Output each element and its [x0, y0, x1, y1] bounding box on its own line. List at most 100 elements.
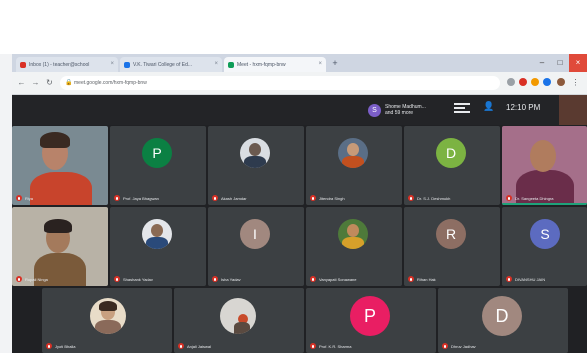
change-layout-icon[interactable]: [454, 103, 470, 115]
photo-body: [146, 237, 168, 249]
photo-head: [151, 224, 163, 237]
close-tab-icon[interactable]: ×: [318, 61, 322, 67]
participant-photo: [220, 298, 256, 334]
address-url: meet.google.com/hxm-fqmp-bnw: [74, 80, 147, 86]
meet-stage: S Shome Madhum... and 59 more 👤 12:10 PM…: [12, 95, 587, 353]
participant-tile[interactable]: Jyoti Bhalla: [42, 288, 172, 353]
participant-name: DIVANSHU JAIN: [515, 276, 546, 282]
participant-photo: [142, 219, 172, 249]
address-bar[interactable]: 🔒 meet.google.com/hxm-fqmp-bnw: [60, 76, 500, 90]
window-controls: – □ ×: [533, 54, 587, 72]
mic-muted-icon: [506, 195, 512, 201]
participant-tile[interactable]: S DIVANSHU JAIN: [502, 207, 587, 286]
participant-tile[interactable]: Shashank Yadav: [110, 207, 206, 286]
participant-tile[interactable]: Jitendra Singh: [306, 126, 402, 205]
mic-muted-icon: [178, 343, 184, 349]
participant-name: Dr. S.J. Deshmukh: [417, 195, 451, 201]
participant-avatar: P: [350, 296, 390, 336]
participant-tile[interactable]: P Prof. Jaya Bhagwan: [110, 126, 206, 205]
participant-name: Isha Yadav: [221, 276, 241, 282]
participant-tile[interactable]: R Rihan Hak: [404, 207, 500, 286]
photo-hair: [99, 301, 117, 311]
participant-avatar: I: [240, 219, 270, 249]
meet-top-bar: S Shome Madhum... and 59 more 👤 12:10 PM: [12, 95, 587, 125]
tab-college-label: V.K. Tiwari College of Ed...: [133, 61, 193, 68]
participant-avatar: D: [482, 296, 522, 336]
participant-namebar: Rupali Ninga: [16, 276, 48, 282]
participant-avatar: S: [530, 219, 560, 249]
hair-shape: [44, 219, 72, 233]
participant-tile[interactable]: Anjali Jaiswal: [174, 288, 304, 353]
participant-name: Vanyapati Sonawane: [319, 276, 357, 282]
participant-tile[interactable]: Akash Jamdar: [208, 126, 304, 205]
maximize-icon[interactable]: □: [551, 54, 569, 72]
participant-name: Anjali Jaiswal: [187, 343, 212, 349]
tab-bar: Inbox (1) - teacher@school × V.K. Tiwari…: [12, 54, 587, 72]
extension-icon[interactable]: [507, 78, 515, 86]
participant-namebar: Dr. S.J. Deshmukh: [408, 195, 450, 201]
participant-name: Shashank Yadav: [123, 276, 153, 282]
back-arrow-icon[interactable]: ←: [16, 77, 27, 88]
participant-name: Akash Jamdar: [221, 195, 247, 201]
participant-namebar: Vanyapati Sonawane: [310, 276, 357, 282]
participant-photo: [338, 219, 368, 249]
minimize-icon[interactable]: –: [533, 54, 551, 72]
photo-head: [347, 224, 359, 237]
reload-icon[interactable]: ↻: [44, 77, 55, 88]
participant-tile[interactable]: Rupali Ninga: [12, 207, 108, 286]
profile-avatar[interactable]: [557, 78, 565, 86]
browser-menu-icon[interactable]: ⋮: [570, 77, 581, 88]
mic-muted-icon: [212, 276, 218, 282]
participant-name: Jitendra Singh: [319, 195, 345, 201]
close-window-icon[interactable]: ×: [569, 54, 587, 72]
presenting-indicator[interactable]: S Shome Madhum... and 59 more: [368, 99, 448, 121]
participant-tile[interactable]: Dr. Sangeeta Dhingra: [502, 126, 587, 205]
mic-muted-icon: [114, 276, 120, 282]
mic-muted-icon: [310, 195, 316, 201]
mic-muted-icon: [310, 276, 316, 282]
mic-muted-icon: [46, 343, 52, 349]
forward-arrow-icon[interactable]: →: [30, 77, 41, 88]
extension-icon[interactable]: [531, 78, 539, 86]
new-tab-button[interactable]: +: [328, 57, 342, 69]
mic-muted-icon: [442, 343, 448, 349]
tab-gmail[interactable]: Inbox (1) - teacher@school ×: [16, 57, 118, 72]
participant-tile[interactable]: D Dhruv Jadhav: [438, 288, 568, 353]
participant-namebar: Dr. Sangeeta Dhingra: [506, 195, 553, 201]
participant-namebar: Anjali Jaiswal: [178, 343, 211, 349]
participant-namebar: Shashank Yadav: [114, 276, 153, 282]
participant-name: Prof. K.R. Sharma: [319, 343, 352, 349]
close-tab-icon[interactable]: ×: [110, 61, 114, 67]
browser-window: Inbox (1) - teacher@school × V.K. Tiwari…: [12, 54, 587, 353]
participant-name: Rupali Ninga: [25, 276, 48, 282]
mic-muted-icon: [16, 195, 22, 201]
lock-icon: 🔒: [65, 80, 73, 86]
extension-icon[interactable]: [519, 78, 527, 86]
participant-name: Riya: [25, 195, 34, 201]
participant-tile[interactable]: D Dr. S.J. Deshmukh: [404, 126, 500, 205]
participant-tile[interactable]: Vanyapati Sonawane: [306, 207, 402, 286]
people-icon[interactable]: 👤: [482, 101, 496, 117]
participant-namebar: Prof. K.R. Sharma: [310, 343, 351, 349]
self-view-thumbnail: [559, 95, 587, 125]
participant-name: Jyoti Bhalla: [55, 343, 76, 349]
participant-avatar: R: [436, 219, 466, 249]
mic-muted-icon: [408, 276, 414, 282]
close-tab-icon[interactable]: ×: [214, 61, 218, 67]
participant-tile[interactable]: P Prof. K.R. Sharma: [306, 288, 436, 353]
mic-muted-icon: [16, 276, 22, 282]
participant-tile[interactable]: I Isha Yadav: [208, 207, 304, 286]
participant-photo: [338, 138, 368, 168]
participant-namebar: DIVANSHU JAIN: [506, 276, 545, 282]
extension-icon[interactable]: [543, 78, 551, 86]
participant-namebar: Dhruv Jadhav: [442, 343, 476, 349]
mic-muted-icon: [114, 195, 120, 201]
tab-college[interactable]: V.K. Tiwari College of Ed... ×: [120, 57, 222, 72]
meeting-clock: 12:10 PM: [506, 103, 541, 112]
photo-head: [347, 143, 359, 156]
participant-namebar: Jyoti Bhalla: [46, 343, 75, 349]
tab-meet[interactable]: Meet - hxm-fqmp-bnw ×: [224, 57, 326, 72]
mic-muted-icon: [506, 276, 512, 282]
tab-meet-label: Meet - hxm-fqmp-bnw: [237, 61, 286, 68]
participant-tile[interactable]: Riya: [12, 126, 108, 205]
